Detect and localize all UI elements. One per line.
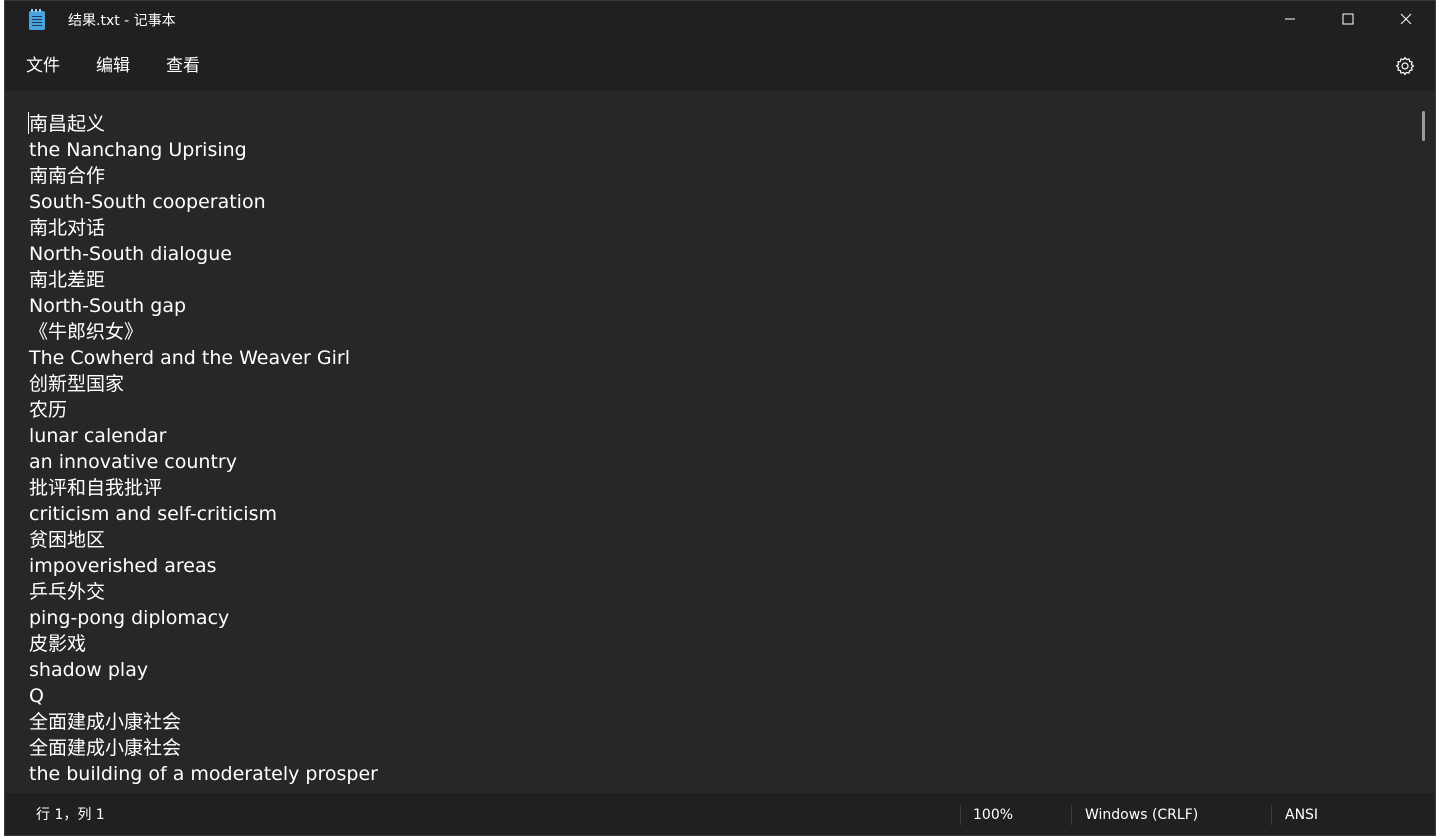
maximize-icon	[1342, 13, 1354, 25]
text-line: South-South cooperation	[29, 191, 266, 213]
text-line: 贫困地区	[29, 529, 106, 551]
encoding[interactable]: ANSI	[1285, 806, 1318, 824]
menu-edit[interactable]: 编辑	[96, 55, 130, 77]
status-divider	[1071, 805, 1072, 825]
text-line: impoverished areas	[29, 555, 217, 577]
notepad-icon	[29, 9, 45, 30]
text-line: an innovative country	[29, 451, 237, 473]
maximize-button[interactable]	[1319, 1, 1377, 37]
minimize-icon	[1285, 18, 1295, 20]
menu-bar: 文件 编辑 查看	[5, 41, 1435, 91]
text-line: the Nanchang Uprising	[29, 139, 247, 161]
text-line: 南昌起义	[29, 113, 106, 135]
title-bar: 结果.txt - 记事本	[5, 1, 1435, 41]
text-line: 批评和自我批评	[29, 477, 163, 499]
text-content[interactable]: 南昌起义 the Nanchang Uprising 南南合作 South-So…	[29, 111, 1409, 787]
menu-file[interactable]: 文件	[26, 55, 60, 77]
text-line: 南北差距	[29, 269, 106, 291]
text-line: North-South dialogue	[29, 243, 232, 265]
text-line: shadow play	[29, 659, 149, 681]
cursor-position: 行 1，列 1	[36, 807, 105, 823]
text-line: 全面建成小康社会	[29, 711, 182, 733]
text-line: criticism and self-criticism	[29, 503, 277, 525]
text-line: Q	[29, 685, 44, 707]
notepad-window: 结果.txt - 记事本 文件 编辑 查看 南昌起义 the Nanchang …	[4, 0, 1436, 836]
window-title: 结果.txt - 记事本	[68, 13, 176, 29]
vertical-scrollbar[interactable]	[1422, 111, 1425, 141]
text-line: The Cowherd and the Weaver Girl	[29, 347, 351, 369]
text-line: 皮影戏	[29, 633, 87, 655]
text-line: ping-pong diplomacy	[29, 607, 230, 629]
text-line: North-South gap	[29, 295, 187, 317]
text-line: 农历	[29, 399, 68, 421]
status-divider	[1271, 805, 1272, 825]
settings-button[interactable]	[1393, 54, 1417, 78]
text-line: 南南合作	[29, 165, 106, 187]
line-ending[interactable]: Windows (CRLF)	[1085, 806, 1198, 824]
status-divider	[960, 805, 961, 825]
text-editor[interactable]: 南昌起义 the Nanchang Uprising 南南合作 South-So…	[5, 91, 1435, 793]
close-icon	[1400, 13, 1412, 25]
close-button[interactable]	[1377, 1, 1435, 37]
menu-view[interactable]: 查看	[166, 55, 200, 77]
zoom-level[interactable]: 100%	[973, 806, 1013, 824]
text-line: 全面建成小康社会	[29, 737, 182, 759]
minimize-button[interactable]	[1261, 1, 1319, 37]
text-line: lunar calendar	[29, 425, 167, 447]
text-line: 乒乓外交	[29, 581, 106, 603]
text-line: 《牛郎织女》	[29, 321, 144, 343]
text-line: 南北对话	[29, 217, 106, 239]
status-bar: 行 1，列 1 100% Windows (CRLF) ANSI	[5, 793, 1435, 835]
gear-icon	[1395, 56, 1415, 76]
text-line: the building of a moderately prosper	[29, 763, 378, 785]
text-line: 创新型国家	[29, 373, 125, 395]
